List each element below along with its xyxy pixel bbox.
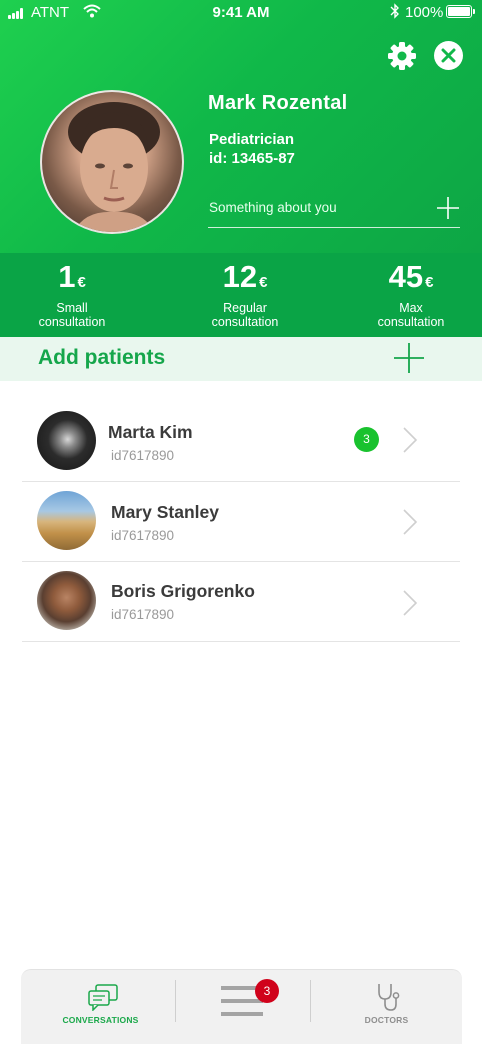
patient-name: Mary Stanley (111, 502, 219, 522)
profile-photo (68, 102, 160, 232)
price-small-currency: € (77, 274, 86, 291)
chevron-right-icon (403, 427, 418, 453)
tab-conversations-label: CONVERSATIONS (62, 1015, 139, 1025)
patient-id: id7617890 (111, 448, 175, 463)
tab-conversations[interactable]: CONVERSATIONS (27, 970, 174, 1044)
bottom-tab-bar: CONVERSATIONS 3 DOCTORS (21, 969, 462, 1044)
price-regular-label: Regular (223, 301, 267, 315)
patient-avatar (37, 571, 96, 630)
price-max-amount: 45 (388, 259, 424, 294)
patient-avatar (37, 411, 96, 470)
bluetooth-icon (390, 3, 399, 19)
tab-doctors-label: DOCTORS (364, 1015, 409, 1025)
price-regular-currency: € (259, 274, 268, 291)
price-max-label: Max (399, 301, 423, 315)
menu-notification-badge: 3 (255, 979, 279, 1003)
price-small-label-2: consultation (38, 315, 106, 329)
price-small[interactable]: 1 € Small consultation (0, 253, 152, 329)
price-small-label: Small (56, 301, 88, 315)
stethoscope-icon (378, 984, 400, 1011)
chevron-right-icon (403, 590, 418, 616)
price-max-label-2: consultation (377, 315, 445, 329)
add-about-plus-icon[interactable] (436, 196, 460, 220)
price-regular[interactable]: 12 € Regular consultation (165, 253, 325, 329)
patient-name: Marta Kim (108, 422, 193, 442)
patient-avatar (37, 491, 96, 550)
close-button[interactable] (434, 41, 463, 70)
status-bar: ATNT 9:41 AM 100% (0, 0, 482, 26)
patient-id: id7617890 (111, 607, 175, 622)
about-you-field[interactable]: Something about you (208, 192, 460, 228)
settings-gear-icon[interactable] (387, 41, 417, 71)
chat-bubbles-icon (88, 984, 118, 1011)
tab-doctors[interactable]: DOCTORS (313, 970, 460, 1044)
price-small-amount: 1 (58, 259, 76, 294)
price-regular-amount: 12 (222, 259, 258, 294)
price-regular-label-2: consultation (211, 315, 279, 329)
patient-row-boris-grigorenko[interactable]: Boris Grigorenko id7617890 (22, 562, 460, 642)
patient-row-mary-stanley[interactable]: Mary Stanley id7617890 (22, 482, 460, 562)
battery-icon (446, 5, 475, 18)
price-max-currency: € (425, 274, 434, 291)
consultation-prices: 1 € Small consultation 12 € Regular consul… (0, 253, 482, 337)
profile-avatar[interactable] (40, 90, 184, 234)
unread-badge: 3 (354, 427, 379, 452)
profile-id: id: 13465-87 (209, 150, 295, 167)
add-patients-title: Add patients (38, 346, 166, 369)
profile-specialty: Pediatrician (209, 131, 295, 148)
tab-divider (310, 980, 311, 1022)
add-patient-plus-icon[interactable] (393, 342, 425, 374)
profile-name: Mark Rozental (208, 92, 348, 114)
add-patients-bar[interactable]: Add patients (0, 337, 482, 381)
close-icon (441, 48, 456, 63)
battery-percent: 100% (405, 4, 444, 21)
profile-header: ATNT 9:41 AM 100% Mark Rozental Pediatri… (0, 0, 482, 253)
tab-menu[interactable] (168, 970, 315, 1044)
patient-row-marta-kim[interactable]: Marta Kim id7617890 3 (22, 402, 460, 482)
price-max[interactable]: 45 € Max consultation (331, 253, 482, 329)
chevron-right-icon (403, 509, 418, 535)
patient-name: Boris Grigorenko (111, 581, 255, 601)
patient-id: id7617890 (111, 528, 175, 543)
about-you-placeholder: Something about you (209, 200, 337, 215)
